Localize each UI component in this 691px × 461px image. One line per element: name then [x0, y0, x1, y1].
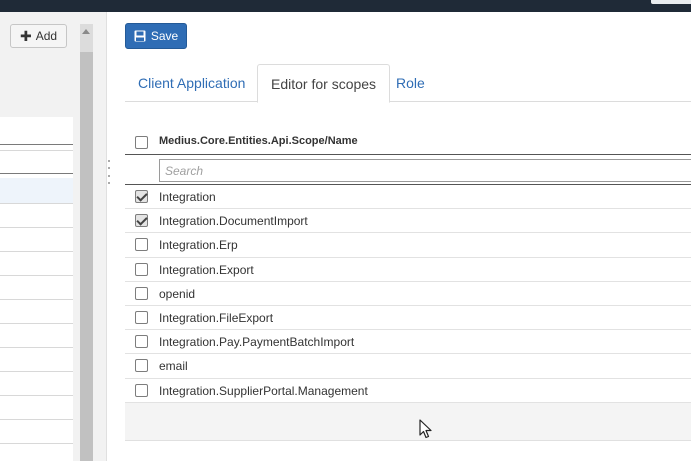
list-item[interactable]: [0, 227, 73, 228]
list-item[interactable]: [0, 275, 73, 276]
list-item[interactable]: [0, 323, 73, 324]
list-divider: [0, 144, 73, 145]
list-item[interactable]: [0, 203, 73, 204]
list-divider: [0, 150, 73, 151]
scope-name-cell: Integration.Pay.PaymentBatchImport: [159, 335, 355, 350]
list-item[interactable]: [0, 371, 73, 372]
save-button-label: Save: [150, 29, 179, 43]
tab-bar: Client Application Editor for scopes Rol…: [125, 64, 691, 103]
row-checkbox[interactable]: [135, 359, 148, 373]
grid-footer: [125, 402, 691, 441]
row-checkbox[interactable]: [135, 335, 148, 349]
select-all-checkbox[interactable]: [135, 136, 148, 149]
table-row[interactable]: Integration.Erp: [125, 233, 691, 258]
scope-name-cell: Integration.DocumentImport: [159, 214, 308, 229]
table-row[interactable]: Integration.Export: [125, 258, 691, 282]
table-row[interactable]: Integration.SupplierPortal.Management: [125, 379, 691, 403]
mouse-cursor-icon: [419, 419, 432, 439]
tab-role[interactable]: Role: [383, 64, 438, 102]
row-checkbox[interactable]: [135, 383, 148, 397]
top-bar-corner: [651, 0, 691, 4]
scroll-up-arrow-icon[interactable]: [82, 29, 90, 34]
top-bar: [0, 0, 691, 12]
list-item[interactable]: [0, 299, 73, 300]
table-row[interactable]: Integration.FileExport: [125, 306, 691, 331]
scope-name-cell: email: [159, 359, 188, 374]
tab-editor-for-scopes[interactable]: Editor for scopes: [257, 64, 391, 103]
list-divider: [0, 173, 73, 174]
table-row[interactable]: openid: [125, 282, 691, 306]
scope-name-cell: Integration.SupplierPortal.Management: [159, 383, 368, 398]
scope-name-cell: Integration: [159, 190, 216, 204]
left-scrollbar[interactable]: [80, 24, 93, 461]
row-checkbox[interactable]: [135, 286, 148, 300]
left-list: [0, 117, 73, 461]
list-item[interactable]: [0, 395, 73, 396]
search-input[interactable]: [159, 159, 691, 182]
table-row[interactable]: email: [125, 354, 691, 379]
scrollbar-thumb[interactable]: [80, 52, 93, 461]
row-checkbox[interactable]: [135, 214, 148, 228]
left-panel: ✚ Add: [0, 12, 107, 461]
table-row[interactable]: Integration.DocumentImport: [125, 209, 691, 234]
panel-resize-handle[interactable]: [107, 160, 111, 184]
filter-row: [125, 155, 691, 185]
add-button[interactable]: ✚ Add: [10, 24, 67, 48]
list-item[interactable]: [0, 419, 73, 420]
row-checkbox[interactable]: [135, 190, 148, 203]
grid-header: Medius.Core.Entities.Api.Scope/Name: [125, 130, 691, 155]
list-item[interactable]: [0, 443, 73, 444]
plus-icon: ✚: [19, 28, 32, 44]
table-row[interactable]: Integration: [125, 185, 691, 210]
scopes-grid: Medius.Core.Entities.Api.Scope/Name Inte…: [125, 130, 691, 441]
floppy-disk-icon: [134, 30, 146, 42]
scope-name-cell: Integration.Erp: [159, 238, 238, 253]
save-button[interactable]: Save: [125, 23, 187, 49]
scope-name-cell: Integration.FileExport: [159, 310, 274, 325]
scope-name-cell: Integration.Export: [159, 262, 254, 277]
row-checkbox[interactable]: [135, 238, 148, 252]
list-item[interactable]: [0, 347, 73, 348]
scope-name-cell: openid: [159, 286, 196, 301]
table-row[interactable]: Integration.Pay.PaymentBatchImport: [125, 330, 691, 355]
row-checkbox[interactable]: [135, 262, 148, 276]
column-header-scope-name[interactable]: Medius.Core.Entities.Api.Scope/Name: [159, 135, 358, 147]
row-checkbox[interactable]: [135, 310, 148, 324]
list-item[interactable]: [0, 251, 73, 252]
add-button-label: Add: [35, 29, 58, 43]
list-item-selected[interactable]: [0, 178, 73, 203]
tab-client-application[interactable]: Client Application: [125, 64, 258, 102]
